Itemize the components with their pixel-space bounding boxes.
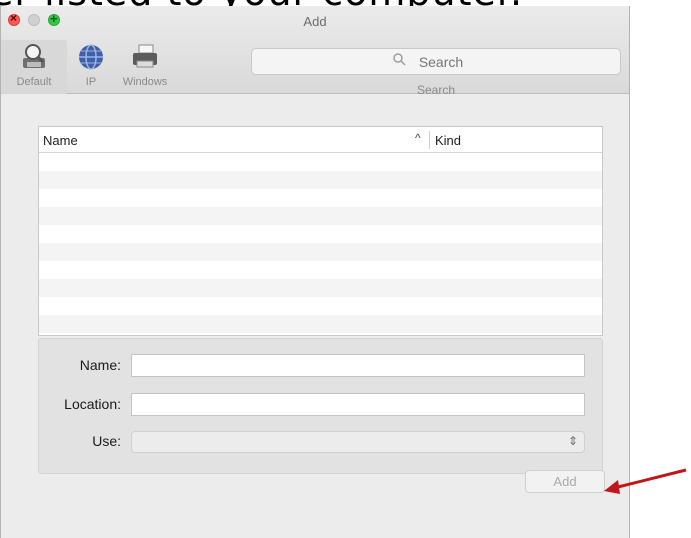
table-header: Name ^ Kind <box>39 127 602 153</box>
column-divider[interactable] <box>429 131 430 149</box>
printer-list-table[interactable]: Name ^ Kind <box>38 126 603 336</box>
table-row[interactable] <box>39 315 602 333</box>
search-input[interactable] <box>251 48 621 75</box>
toolbar-ip-button[interactable]: IP <box>76 40 106 88</box>
table-row[interactable] <box>39 243 602 261</box>
use-select[interactable]: ⇕ <box>131 431 585 453</box>
printer-details-form: Name: Location: Use: ⇕ <box>38 338 603 474</box>
location-label: Location: <box>64 396 121 412</box>
table-row[interactable] <box>39 297 602 315</box>
title-toolbar: Add Default <box>1 6 629 97</box>
windows-printer-icon <box>133 44 157 68</box>
toolbar-default-button[interactable]: Default <box>1 40 67 94</box>
column-header-kind[interactable]: Kind <box>435 133 461 148</box>
table-row[interactable] <box>39 189 602 207</box>
toolbar-windows-label: Windows <box>122 76 168 88</box>
add-printer-window: Add Default <box>0 6 630 538</box>
toolbar-ip-label: IP <box>85 76 97 88</box>
sort-ascending-icon[interactable]: ^ <box>415 131 421 145</box>
globe-icon <box>79 44 103 70</box>
window-title: Add <box>303 14 327 29</box>
default-printer-icon <box>23 44 45 68</box>
name-field[interactable] <box>131 354 585 377</box>
name-label: Name: <box>79 357 121 373</box>
table-row[interactable] <box>39 153 602 171</box>
table-row[interactable] <box>39 225 602 243</box>
location-field[interactable] <box>131 393 585 416</box>
toolbar-default-label: Default <box>16 76 52 88</box>
use-label: Use: <box>92 433 121 449</box>
search-icon <box>393 53 406 66</box>
search-caption: Search <box>416 83 456 97</box>
toolbar-windows-button[interactable]: Windows <box>114 40 176 88</box>
annotation-arrow-icon <box>604 468 687 494</box>
table-row[interactable] <box>39 171 602 189</box>
table-row[interactable] <box>39 261 602 279</box>
updown-chevron-icon: ⇕ <box>567 434 578 448</box>
column-header-name[interactable]: Name <box>43 133 78 148</box>
add-button[interactable]: Add <box>525 470 605 493</box>
table-row[interactable] <box>39 207 602 225</box>
table-row[interactable] <box>39 279 602 297</box>
